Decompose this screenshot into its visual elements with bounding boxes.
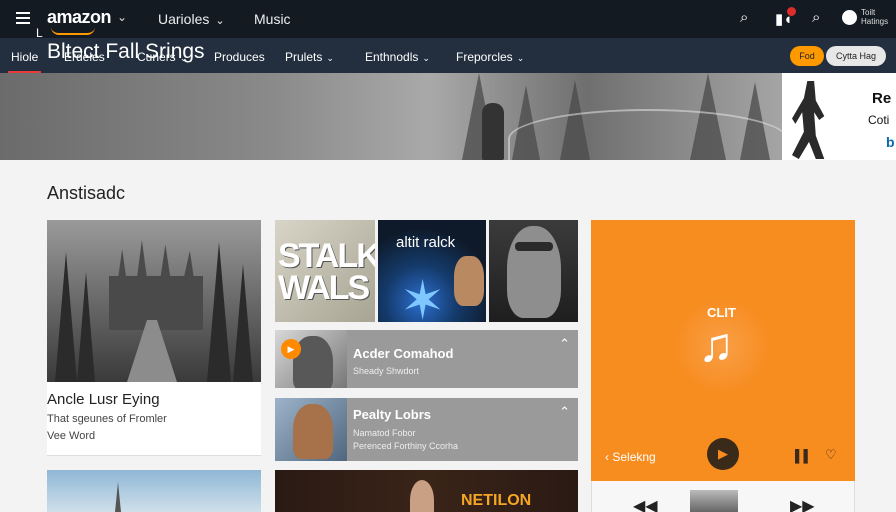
tile-title-line: WALS: [278, 269, 370, 307]
portrait-image: [454, 256, 484, 306]
logo-text: amazon: [47, 7, 112, 27]
top-header: amazon ⌄ Uarioles ⌄ Music ⌕ ▮◖ ⌕ Toilt Ha…: [0, 0, 896, 38]
list-item-subtitle: Sheady Shwdort: [353, 366, 420, 376]
back-button[interactable]: ‹ Selekng: [605, 450, 656, 464]
tile-caption: altit ralck: [396, 234, 456, 251]
section-title: Anstisadc: [47, 183, 126, 203]
tree-shape: [55, 252, 77, 382]
tree-shape: [77, 272, 95, 382]
nav-item-music[interactable]: Music: [254, 11, 291, 27]
pause-bars-icon[interactable]: ▌▌: [795, 449, 812, 463]
subnav-label: Enthnodls: [365, 50, 419, 64]
chevron-up-icon[interactable]: ⌃: [559, 404, 570, 420]
runner-image: [792, 81, 825, 159]
chevron-down-icon: ⌄: [326, 53, 334, 63]
promo-subtitle: Coti: [868, 113, 890, 127]
search-icon[interactable]: ⌕: [812, 9, 820, 26]
list-item[interactable]: ▶ Acder Comahod Sheady Shwdort ⌃: [275, 330, 578, 388]
play-icon[interactable]: ▶: [281, 339, 301, 359]
hero-eyebrow: L: [36, 26, 43, 40]
secondary-pill-button[interactable]: Cytta Hag: [826, 46, 886, 66]
list-item-meta: Perenced Forthiny Ccorha: [353, 441, 459, 451]
play-button[interactable]: ▶: [707, 438, 739, 470]
footer-thumbnail[interactable]: [690, 490, 738, 512]
search-icon[interactable]: ⌕: [740, 9, 748, 26]
promo-title: Re: [872, 90, 892, 107]
list-item-subtitle: Namatod Fobor: [353, 428, 416, 438]
account-icon[interactable]: [842, 10, 857, 25]
bottom-banner-tile[interactable]: NETILON: [275, 470, 578, 512]
nav-label: Music: [254, 11, 291, 27]
tile-title-line: STALK: [278, 237, 375, 275]
star-icon: ✶: [400, 271, 446, 322]
subnav-item-enthnodls[interactable]: Enthnodls ⌄: [365, 50, 430, 64]
subnav-label: Prulets: [285, 50, 323, 64]
amazon-logo[interactable]: amazon: [47, 7, 112, 35]
menu-icon[interactable]: [16, 12, 30, 24]
featured-card-meta: Vee Word: [47, 430, 96, 442]
list-thumbnail: ▶: [275, 330, 347, 388]
next-card-image[interactable]: [47, 470, 261, 512]
subnav-label: Hiole: [11, 50, 39, 64]
nav-label: Uarioles: [158, 11, 210, 27]
logo-smile-icon: [51, 27, 95, 35]
subnav-item-produces[interactable]: Produces: [214, 50, 265, 64]
featured-card-subtitle: That sgeunes of Fromler: [47, 413, 167, 425]
bottom-banner-label: NETILON: [461, 492, 532, 509]
alien-head-image: [507, 226, 561, 318]
tile-title: STALK WALS: [278, 237, 375, 307]
list-item-title: Pealty Lobrs: [353, 407, 432, 422]
featured-card-title[interactable]: Ancle Lusr Eying: [47, 391, 160, 408]
eyes-shape: [515, 242, 553, 251]
promo-link[interactable]: b: [886, 134, 895, 150]
music-note-icon: ♫: [698, 319, 734, 372]
previous-icon[interactable]: ◀◀: [633, 496, 658, 512]
chevron-down-icon: ⌄: [422, 53, 430, 63]
album-tile-3[interactable]: [489, 220, 578, 322]
heart-icon[interactable]: ♡: [825, 447, 837, 463]
chevron-down-icon: ⌄: [516, 53, 525, 63]
chevron-down-icon[interactable]: ⌄: [117, 10, 127, 24]
person-image: [410, 480, 434, 512]
play-icon: ▶: [718, 446, 728, 461]
tree-shape: [233, 264, 253, 382]
primary-pill-button[interactable]: Fod: [790, 46, 824, 66]
next-icon[interactable]: ▶▶: [790, 496, 815, 512]
list-item-title: Acder Comahod: [353, 346, 454, 361]
subnav-label: Produces: [214, 50, 265, 64]
chevron-up-icon[interactable]: ⌃: [559, 336, 570, 352]
subnav-item-prulets[interactable]: Prulets ⌄: [285, 50, 334, 64]
hero-banner[interactable]: [0, 73, 782, 160]
chevron-down-icon: ⌄: [215, 15, 225, 27]
hero-bridge-rail: [508, 109, 782, 160]
notification-badge: [787, 7, 796, 16]
hero-title: Bltect Fall Srings: [47, 40, 205, 63]
account-menu[interactable]: Toilt Hatings: [861, 8, 888, 26]
subnav-label: Freporcles: [456, 50, 513, 64]
subnav-item-hiole[interactable]: Hiole: [7, 50, 42, 74]
castle-image: [109, 240, 203, 330]
album-tile-1[interactable]: STALK WALS: [275, 220, 375, 322]
account-line1: Toilt: [861, 8, 876, 17]
album-tile-2[interactable]: altit ralck ✶: [378, 220, 486, 322]
list-item[interactable]: Pealty Lobrs Namatod Fobor Perenced Fort…: [275, 398, 578, 461]
subnav-item-freporcles[interactable]: Freporcles ⌄: [456, 50, 524, 64]
person-image: [293, 404, 333, 459]
notification-icon[interactable]: ▮◖: [775, 7, 796, 28]
list-thumbnail: [275, 398, 347, 461]
featured-card-image[interactable]: [47, 220, 261, 382]
back-label: Selekng: [612, 450, 656, 464]
tree-shape: [207, 242, 231, 382]
account-line2: Hatings: [861, 17, 889, 26]
hero-figure: [482, 103, 504, 160]
nav-item-uarioles[interactable]: Uarioles ⌄: [158, 11, 225, 27]
